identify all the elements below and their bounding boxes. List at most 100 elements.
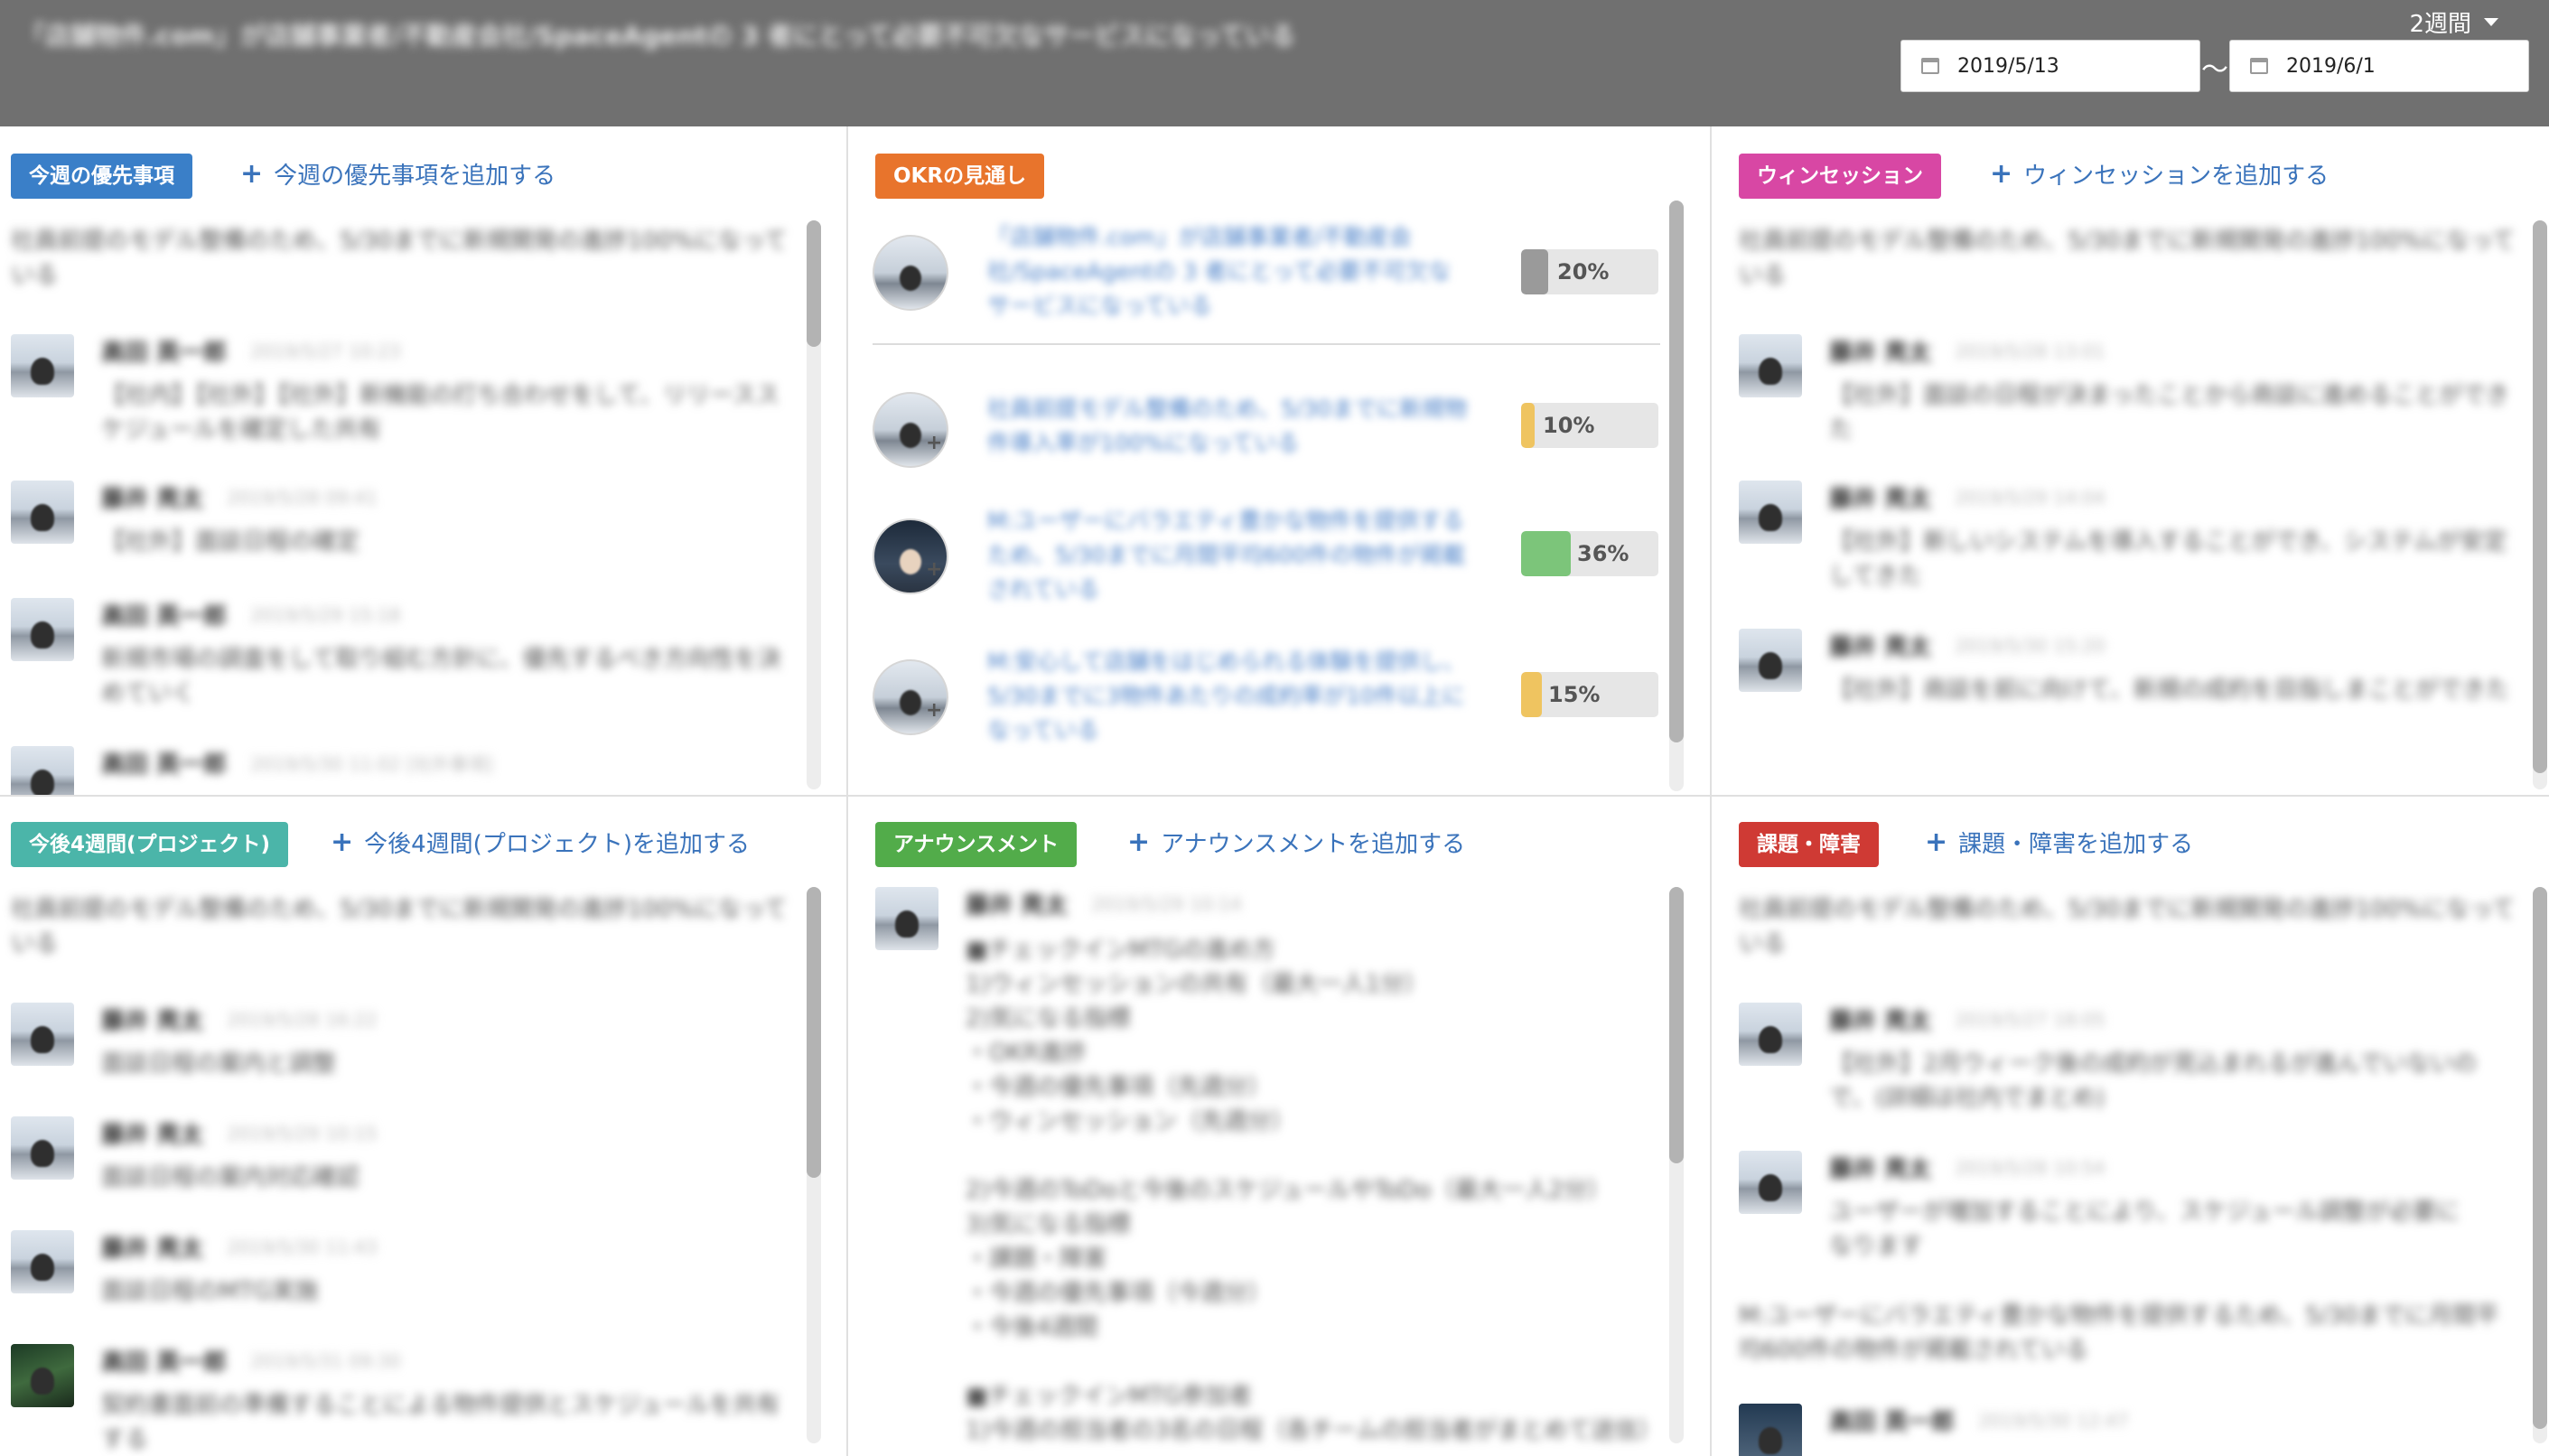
announcement-line: ・課題・障害 <box>966 1246 1107 1273</box>
add-priority-label: 今週の優先事項を追加する <box>274 163 556 190</box>
avatar <box>11 334 74 397</box>
list-item[interactable]: 高田 英一郎 2019/5/31 09:30 契約書面前の準備することによる物件提… <box>11 1344 788 1456</box>
date-to-value: 2019/6/1 <box>2286 54 2376 78</box>
announcement-line: ・ウィンセッション（先週分） <box>966 1108 1295 1135</box>
item-time: 2019/5/29 10:15 <box>227 1122 378 1144</box>
announcement-scrollbar[interactable] <box>1669 887 1684 1443</box>
okr-key-result-title[interactable]: M:安心して店舗をはじめられる体験を提供し、5/30までに3物件あたりの成約率が… <box>987 645 1475 748</box>
avatar <box>11 1003 74 1066</box>
add-announcement-link[interactable]: + アナウンスメントを追加する <box>1127 826 1465 859</box>
item-author: 高田 英一郎 <box>101 751 228 779</box>
scrollbar-thumb[interactable] <box>1669 201 1684 742</box>
avatar <box>11 481 74 544</box>
issues-badge: 課題・障害 <box>1739 822 1879 867</box>
winsession-scrollbar[interactable] <box>2533 220 2547 789</box>
date-from-input[interactable]: 2019/5/13 <box>1900 40 2200 92</box>
add-winsession-label: ウィンセッションを追加する <box>2023 163 2330 190</box>
caret-down-icon <box>2484 18 2498 26</box>
list-item[interactable]: 藤井 亮太 2019/5/29 10:15 面談日程の案内対応確認 <box>11 1116 788 1195</box>
list-item[interactable]: 藤井 亮太 2019/5/30 15:20 【社外】商談を前に向けて、新規の成約を… <box>1739 629 2516 707</box>
okr-objective-title[interactable]: 「店舗物件.com」が店舗事業者/不動産会社/SpaceAgentの 3 者にと… <box>987 220 1457 323</box>
announcement-entry[interactable]: 藤井 亮太 2019/5/29 10:14 ■チェックインMTGの進め方 1)ウィン… <box>875 887 1662 1448</box>
avatar <box>11 746 74 795</box>
okr-key-result-title[interactable]: M:ユーザーにバラエティ豊かな物件を提供するため、5/30までに月間平均600件… <box>987 504 1475 607</box>
plus-icon: + <box>1990 157 2013 190</box>
panel-okr: OKRの見通し 「店舗物件.com」が店舗事業者/不動産会社/SpaceAgen… <box>848 126 1710 795</box>
announcement-line: 3)気になる指標 <box>966 1211 1131 1238</box>
panel-priority: 今週の優先事項 + 今週の優先事項を追加する 社員前提のモデル整備のため、5/3… <box>0 126 846 795</box>
avatar <box>1739 629 1802 692</box>
avatar <box>11 1344 74 1407</box>
upcoming-scrollbar[interactable] <box>807 887 821 1443</box>
announcement-line: 1)今週の担当者の3名の日程（各チームの担当者がまとめて送信） <box>966 1417 1662 1444</box>
announcement-time: 2019/5/29 10:14 <box>1091 892 1242 915</box>
item-time: 2019/5/30 11:43 <box>227 1236 378 1258</box>
scrollbar-thumb[interactable] <box>1669 887 1684 1163</box>
item-time: 2019/5/29 15:18 <box>250 603 401 626</box>
plus-icon: + <box>1127 826 1151 858</box>
okr-badge: OKRの見通し <box>875 154 1045 199</box>
avatar <box>875 887 938 950</box>
calendar-icon <box>2250 58 2268 74</box>
add-announcement-label: アナウンスメントを追加する <box>1161 831 1466 858</box>
objective-title[interactable]: 「店舗物件.com」が店舗事業者/不動産会社/SpaceAgentの 3 者にと… <box>20 16 1295 52</box>
calendar-icon <box>1921 58 1939 74</box>
list-item[interactable]: 高田 英一郎 2019/5/30 11:02 [社外事項] <box>11 746 788 795</box>
issues-scrollbar[interactable] <box>2533 887 2547 1443</box>
item-text: 【社外】面談日程の確定 <box>101 528 360 555</box>
okr-progress-bar: 15% <box>1521 672 1658 717</box>
upcoming-intro: 社員前提のモデル整備のため、5/30までに新規開発の進捗100%になっている <box>11 896 788 957</box>
panel-winsession: ウィンセッション + ウィンセッションを追加する 社員前提のモデル整備のため、5… <box>1712 126 2549 795</box>
okr-scrollbar[interactable] <box>1669 201 1684 791</box>
announcement-line: ・今後4週間 <box>966 1314 1098 1341</box>
announcement-line: 2)今週のToDoと今後のスケジュールやToDo（最大一人2分） <box>966 1177 1611 1204</box>
progress-fill <box>1521 531 1571 576</box>
item-time: 2019/5/28 10:54 <box>1955 1156 2105 1179</box>
avatar <box>1739 481 1802 544</box>
announcement-line: 2)気になる指標 <box>966 1005 1131 1032</box>
progress-label: 36% <box>1577 541 1629 566</box>
announcement-line: ■チェックインMTGの進め方 <box>966 937 1276 964</box>
add-priority-link[interactable]: + 今週の優先事項を追加する <box>240 157 556 191</box>
add-issue-link[interactable]: + 課題・障害を追加する <box>1925 826 2193 859</box>
item-author: 藤井 亮太 <box>1829 486 1932 513</box>
list-item[interactable]: 藤井 亮太 2019/5/27 18:05 【社外】2月ウィーク後の成約が見込まれ… <box>1739 1003 2516 1115</box>
avatar <box>11 1230 74 1293</box>
list-item[interactable]: 高田 英一郎 2019/5/30 12:47 <box>1739 1404 2516 1456</box>
item-author: 高田 英一郎 <box>101 1349 228 1377</box>
plus-icon: + <box>926 558 943 581</box>
item-author: 藤井 亮太 <box>1829 340 1932 367</box>
progress-label: 15% <box>1548 682 1601 707</box>
add-upcoming-link[interactable]: + 今後4週間(プロジェクト)を追加する <box>331 826 750 859</box>
scrollbar-thumb[interactable] <box>2533 220 2547 773</box>
announcement-line: ■チェックインMTG参加者 <box>966 1383 1253 1410</box>
list-item[interactable]: 高田 英一郎 2019/5/27 10:23 【社内】【社外】【社外】新機能の打ち… <box>11 334 788 447</box>
avatar <box>1739 1404 1802 1456</box>
list-item[interactable]: 藤井 亮太 2019/5/28 13:01 【社外】面談の日程が決まったことから商… <box>1739 334 2516 447</box>
list-item[interactable]: 藤井 亮太 2019/5/29 14:04 【社外】新しいシステムを導入することが… <box>1739 481 2516 593</box>
date-from-value: 2019/5/13 <box>1957 54 2059 78</box>
item-author: 藤井 亮太 <box>101 1008 204 1035</box>
list-item[interactable]: 藤井 亮太 2019/5/28 09:41 【社外】面談日程の確定 <box>11 481 788 559</box>
issues-second-intro: M:ユーザーにバラエティ豊かな物件を提供するため、5/30までに月間平均600件… <box>1739 1302 2499 1364</box>
item-time: 2019/5/31 09:30 <box>250 1349 401 1372</box>
progress-label: 10% <box>1543 413 1595 438</box>
list-item[interactable]: 藤井 亮太 2019/5/30 11:43 面談日程のMTG実施 <box>11 1230 788 1309</box>
list-item[interactable]: 藤井 亮太 2019/5/28 16:22 面談日程の案内と調整 <box>11 1003 788 1081</box>
date-to-input[interactable]: 2019/6/1 <box>2229 40 2529 92</box>
scrollbar-thumb[interactable] <box>807 887 821 1178</box>
item-text: 【社内】【社外】【社外】新機能の打ち合わせをして、リリーススケジュールを確定した… <box>101 382 780 443</box>
priority-scrollbar[interactable] <box>807 220 821 789</box>
list-item[interactable]: 藤井 亮太 2019/5/28 10:54 ユーザーが増加することにより、スケジュ… <box>1739 1151 2516 1264</box>
list-item[interactable]: 高田 英一郎 2019/5/29 15:18 新規市場の調査をして取り組む方針に、… <box>11 598 788 711</box>
okr-progress-bar: 10% <box>1521 403 1658 448</box>
scrollbar-thumb[interactable] <box>2533 887 2547 1429</box>
plus-icon: + <box>240 157 264 190</box>
add-winsession-link[interactable]: + ウィンセッションを追加する <box>1990 157 2329 191</box>
header-bar: 「店舗物件.com」が店舗事業者/不動産会社/SpaceAgentの 3 者にと… <box>0 0 2549 126</box>
item-time: 2019/5/30 15:20 <box>1955 634 2105 657</box>
okr-key-result-title[interactable]: 社員前提モデル整備のため、5/30までに新規物件導入率が100%になっている <box>987 392 1475 461</box>
scrollbar-thumb[interactable] <box>807 220 821 347</box>
announcement-line: ・OKR進捗 <box>966 1040 1087 1067</box>
period-select[interactable]: 2週間 <box>2409 5 2498 39</box>
